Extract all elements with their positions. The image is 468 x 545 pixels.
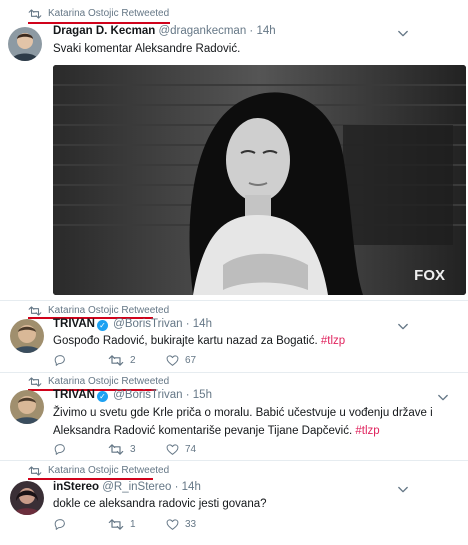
author-name[interactable]: Dragan D. Kecman <box>53 25 155 37</box>
tweet-time[interactable]: · 14h <box>186 318 212 330</box>
tweet-text-body: Gospođo Radović, bukirajte kartu nazad z… <box>53 335 318 347</box>
retweet-context[interactable]: Katarina Ostojic Retweeted <box>28 8 169 19</box>
tweet-header: TRIVAN ✓ @BorisTrivan · 14h <box>53 318 212 331</box>
avatar[interactable] <box>8 27 42 61</box>
tweet-media[interactable]: FOX <box>53 65 466 295</box>
avatar[interactable] <box>10 319 44 353</box>
like-button[interactable]: 67 <box>166 354 196 367</box>
retweet-icon <box>108 444 124 455</box>
author-name[interactable]: TRIVAN <box>53 318 95 330</box>
author-name[interactable]: TRIVAN <box>53 389 95 401</box>
retweet-context[interactable]: Katarina Ostojic Retweeted <box>28 305 169 316</box>
like-button[interactable]: 74 <box>166 443 196 456</box>
tweet-text: Svaki komentar Aleksandre Radović. <box>53 43 241 55</box>
hashtag-link[interactable]: #tlzp <box>355 425 379 437</box>
reply-icon <box>53 443 66 456</box>
tweet-text-body: Aleksandra Radović komentariše pevanje T… <box>53 425 353 437</box>
tweet-text: Gospođo Radović, bukirajte kartu nazad z… <box>53 332 345 350</box>
chevron-down-icon[interactable] <box>398 30 408 38</box>
media-photo: FOX <box>53 65 466 295</box>
tweet-text: Živimo u svetu gde Krle priča o moralu. … <box>53 404 463 440</box>
retweet-count: 1 <box>130 519 136 530</box>
hashtag-link[interactable]: #tlzp <box>321 335 345 347</box>
tweet-text-line: Živimo u svetu gde Krle priča o moralu. … <box>53 407 433 419</box>
retweet-context-icon <box>28 466 42 476</box>
like-count: 67 <box>185 355 197 366</box>
red-underline-annotation <box>28 478 153 480</box>
like-count: 74 <box>185 444 197 455</box>
tweet-actions: 3 74 <box>53 443 196 456</box>
retweet-button[interactable]: 2 <box>108 355 166 366</box>
verified-badge-icon: ✓ <box>96 391 108 402</box>
avatar[interactable] <box>10 481 44 515</box>
retweet-context-icon <box>28 306 42 316</box>
tweet-actions: 2 67 <box>53 354 196 367</box>
tweet-text-line: Aleksandra Radović komentariše pevanje T… <box>53 422 463 440</box>
tweet-header: Dragan D. Kecman @dragankecman · 14h <box>53 25 276 37</box>
chevron-down-icon[interactable] <box>438 394 448 402</box>
like-button[interactable]: 33 <box>166 518 196 531</box>
retweeted-by-label: Katarina Ostojic Retweeted <box>48 376 170 387</box>
avatar[interactable] <box>10 390 44 424</box>
reply-icon <box>53 354 66 367</box>
author-name[interactable]: inStereo <box>53 481 99 493</box>
heart-icon <box>166 518 179 531</box>
tweet-time[interactable]: · 14h <box>249 25 275 37</box>
tweet-time[interactable]: · 14h <box>175 481 201 493</box>
author-handle[interactable]: @BorisTrivan <box>113 389 182 401</box>
retweet-count: 2 <box>130 355 136 366</box>
retweet-context[interactable]: Katarina Ostojic Retweeted <box>28 465 169 476</box>
tweet-text: dokle ce aleksandra radovic jesti govana… <box>53 498 267 510</box>
retweeted-by-label: Katarina Ostojic Retweeted <box>48 305 170 316</box>
tweet-header: inStereo @R_inStereo · 14h <box>53 481 201 493</box>
retweeted-by-label: Katarina Ostojic Retweeted <box>48 8 170 19</box>
retweet-icon <box>108 519 124 530</box>
retweet-button[interactable]: 1 <box>108 519 166 530</box>
red-underline-annotation <box>28 22 170 24</box>
retweet-context-icon <box>28 377 42 387</box>
verified-badge-icon: ✓ <box>96 320 108 331</box>
retweet-count: 3 <box>130 444 136 455</box>
retweet-context[interactable]: Katarina Ostojic Retweeted <box>28 376 169 387</box>
heart-icon <box>166 443 179 456</box>
author-handle[interactable]: @BorisTrivan <box>113 318 182 330</box>
media-watermark: FOX <box>414 267 445 284</box>
tweet-time[interactable]: · 15h <box>186 389 212 401</box>
reply-button[interactable] <box>53 443 108 456</box>
tweet[interactable]: Katarina Ostojic Retweeted Dragan D. Kec… <box>0 0 468 300</box>
retweet-icon <box>108 355 124 366</box>
reply-button[interactable] <box>53 354 108 367</box>
tweet-header: TRIVAN ✓ @BorisTrivan · 15h <box>53 389 212 402</box>
chevron-down-icon[interactable] <box>398 486 408 494</box>
retweet-button[interactable]: 3 <box>108 444 166 455</box>
reply-icon <box>53 518 66 531</box>
chevron-down-icon[interactable] <box>398 323 408 331</box>
tweet-actions: 1 33 <box>53 518 196 531</box>
avatar-photo <box>8 27 42 61</box>
retweet-context-icon <box>28 9 42 19</box>
tweet[interactable]: Katarina Ostojic Retweeted inStereo @R_i… <box>0 460 468 545</box>
like-count: 33 <box>185 519 197 530</box>
avatar-photo <box>10 390 44 424</box>
tweet[interactable]: Katarina Ostojic Retweeted TRIVAN ✓ @Bori… <box>0 372 468 460</box>
author-handle[interactable]: @dragankecman <box>158 25 246 37</box>
tweet[interactable]: Katarina Ostojic Retweeted TRIVAN ✓ @Bori… <box>0 300 468 372</box>
retweeted-by-label: Katarina Ostojic Retweeted <box>48 465 170 476</box>
avatar-photo <box>10 481 44 515</box>
avatar-photo <box>10 319 44 353</box>
reply-button[interactable] <box>53 518 108 531</box>
heart-icon <box>166 354 179 367</box>
author-handle[interactable]: @R_inStereo <box>102 481 171 493</box>
